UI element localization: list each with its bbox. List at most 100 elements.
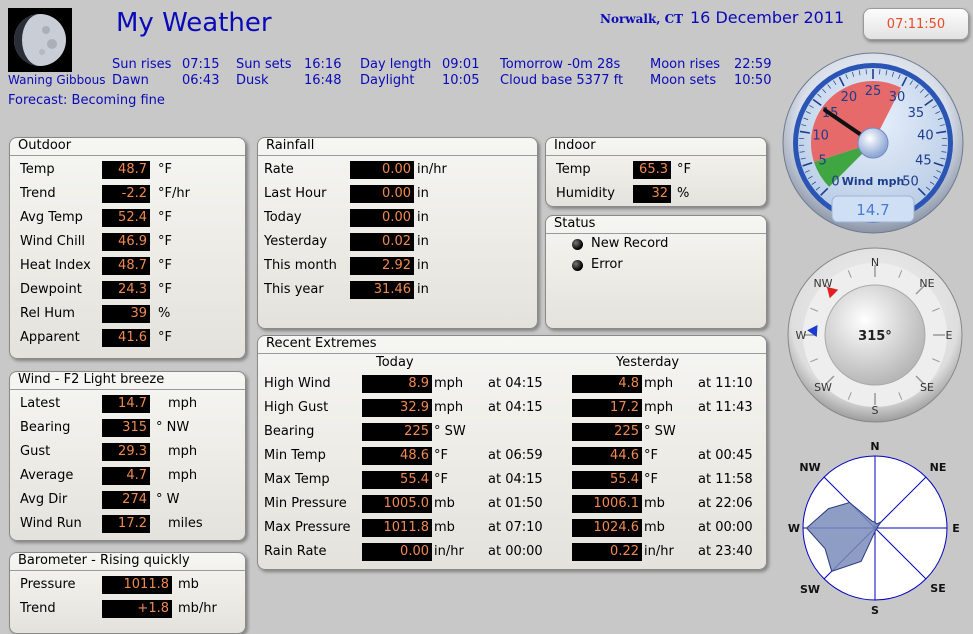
barometer-title: Barometer - Rising quickly: [18, 553, 190, 568]
extremes-today-value: 8.9: [362, 375, 432, 393]
wind-compass: N NE E SE S SW W NW 315°: [786, 246, 964, 424]
moon-sets-value: 10:50: [734, 73, 771, 88]
wind-label: Avg Dir: [20, 492, 67, 507]
sun-rises-label: Sun rises: [112, 57, 171, 72]
compass-s: S: [872, 404, 879, 417]
extremes-today-unit: mph: [434, 376, 463, 391]
rainfall-value: 0.00: [350, 209, 414, 227]
clock-display: 07:11:50: [863, 8, 969, 40]
extremes-today-time: at 04:15: [488, 472, 543, 487]
wind-value: 4.7: [102, 467, 150, 485]
extremes-today-unit: °F: [434, 448, 448, 463]
new-record-label: New Record: [591, 236, 668, 251]
extremes-yesterday-unit: mph: [644, 376, 673, 391]
gauge-tick-label: 10: [812, 129, 829, 144]
today-header: Today: [376, 355, 414, 370]
wind-unit: ° W: [156, 492, 180, 507]
date-label: 16 December 2011: [690, 8, 844, 27]
extremes-today-time: at 04:15: [488, 376, 543, 391]
extremes-label: Max Temp: [264, 472, 330, 487]
extremes-label: Min Pressure: [264, 496, 347, 511]
outdoor-unit: °F: [158, 282, 172, 297]
rainfall-label: Rate: [264, 162, 294, 177]
rose-ne: NE: [930, 461, 947, 474]
barometer-label: Trend: [20, 601, 56, 616]
indoor-value: 32: [633, 185, 671, 203]
extremes-today-value: 32.9: [362, 399, 432, 417]
indoor-panel: Indoor Temp 65.3 °F Humidity 32 %: [545, 137, 767, 207]
rose-nw: NW: [799, 461, 820, 474]
rose-sw: SW: [800, 583, 820, 596]
rose-se: SE: [930, 582, 945, 595]
gauge-tick-label: 25: [865, 84, 882, 99]
barometer-value: 1011.8: [102, 576, 172, 594]
moon-rises-value: 22:59: [734, 57, 771, 72]
moon-phase-label: Waning Gibbous: [8, 73, 106, 87]
dawn-value: 06:43: [182, 73, 219, 88]
extremes-today-unit: in/hr: [434, 544, 464, 559]
moon-sets-label: Moon sets: [650, 73, 716, 88]
wind-unit: miles: [168, 516, 203, 531]
barometer-label: Pressure: [20, 577, 76, 592]
divider: [546, 155, 766, 156]
gauge-tick-label: 40: [917, 129, 934, 144]
forecast-line: Forecast: Becoming fine: [8, 93, 165, 108]
sun-sets-value: 16:16: [304, 57, 341, 72]
rose-e: E: [952, 522, 960, 535]
wind-value: 17.2: [102, 515, 150, 533]
rainfall-panel: Rainfall Rate 0.00 in/hr Last Hour 0.00 …: [257, 137, 538, 329]
gauge-tick-label: 5: [818, 153, 826, 168]
extremes-yesterday-unit: mb: [644, 496, 665, 511]
rainfall-label: Today: [264, 210, 302, 225]
extremes-today-time: at 01:50: [488, 496, 543, 511]
error-label: Error: [591, 257, 623, 272]
wind-label: Bearing: [20, 420, 70, 435]
extremes-yesterday-value: 1024.6: [572, 519, 642, 537]
extremes-yesterday-value: 1006.1: [572, 495, 642, 513]
divider: [546, 233, 766, 234]
extremes-yesterday-value: 17.2: [572, 399, 642, 417]
extremes-label: Min Temp: [264, 448, 326, 463]
extremes-today-value: 225: [362, 423, 432, 441]
extremes-label: Max Pressure: [264, 520, 351, 535]
extremes-panel: Recent Extremes Today Yesterday High Win…: [257, 335, 767, 570]
day-length-value: 09:01: [442, 57, 479, 72]
extremes-today-value: 48.6: [362, 447, 432, 465]
rainfall-title: Rainfall: [266, 138, 314, 153]
wind-value: 274: [102, 491, 150, 509]
compass-bearing-text: 315°: [858, 329, 892, 344]
compass-n: N: [871, 256, 879, 269]
extremes-today-unit: mb: [434, 496, 455, 511]
wind-unit: ° NW: [156, 420, 189, 435]
wind-unit: mph: [168, 396, 197, 411]
wind-speed-gauge: 05101520253035404550 Wind mph 14.7: [780, 50, 966, 236]
extremes-label: Bearing: [264, 424, 314, 439]
extremes-today-time: at 07:10: [488, 520, 543, 535]
gauge-tick-label: 0: [831, 174, 839, 189]
outdoor-label: Heat Index: [20, 258, 91, 273]
extremes-yesterday-unit: mb: [644, 520, 665, 535]
outdoor-label: Temp: [20, 162, 55, 177]
extremes-today-value: 0.00: [362, 543, 432, 561]
extremes-title: Recent Extremes: [266, 336, 377, 351]
outdoor-value: -2.2: [102, 185, 150, 203]
extremes-today-time: at 00:00: [488, 544, 543, 559]
extremes-label: High Gust: [264, 400, 328, 415]
barometer-panel: Barometer - Rising quickly Pressure 1011…: [9, 552, 246, 634]
cloud-base: Cloud base 5377 ft: [500, 73, 623, 88]
daylight-label: Daylight: [360, 73, 414, 88]
rainfall-unit: in: [417, 258, 429, 273]
outdoor-label: Avg Temp: [20, 210, 83, 225]
rainfall-unit: in: [417, 234, 429, 249]
rose-s: S: [871, 604, 879, 617]
wind-label: Wind Run: [20, 516, 82, 531]
indoor-title: Indoor: [554, 138, 596, 153]
wind-value: 29.3: [102, 443, 150, 461]
extremes-yesterday-time: at 11:58: [698, 472, 753, 487]
extremes-yesterday-unit: ° SW: [644, 424, 676, 439]
outdoor-value: 24.3: [102, 281, 150, 299]
gauge-hub: [858, 128, 888, 158]
extremes-label: High Wind: [264, 376, 331, 391]
clock-time: 07:11:50: [887, 17, 945, 32]
rainfall-value: 0.00: [350, 185, 414, 203]
